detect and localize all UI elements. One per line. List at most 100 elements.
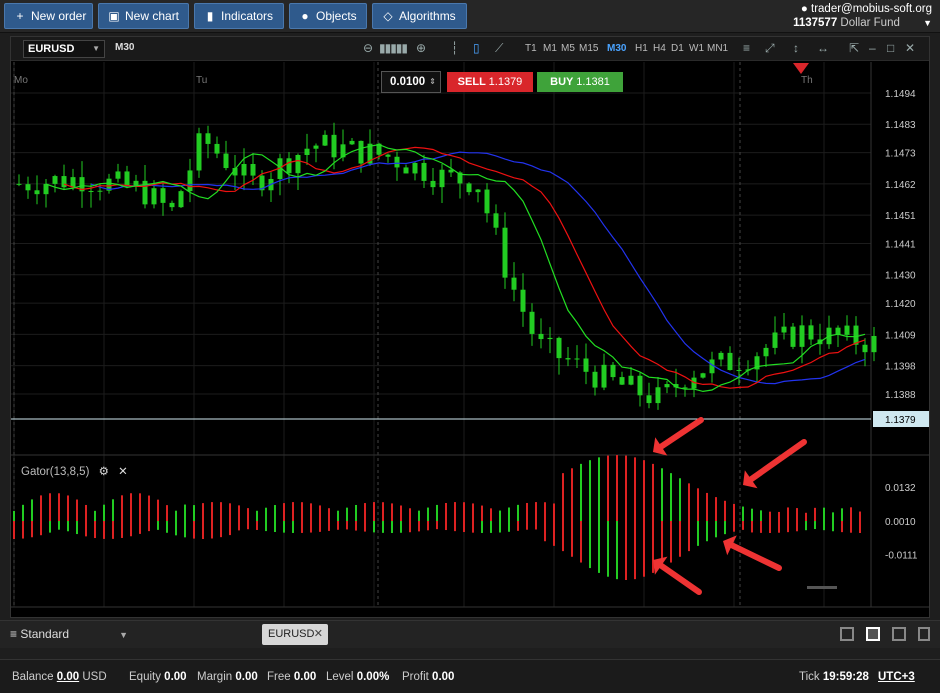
chart-canvas[interactable]: 1.1379 1.1494 1.1483 1.1473 1.1462 1.1451 1.14…: [11, 62, 929, 636]
timeframe-m15[interactable]: M15: [579, 43, 598, 54]
equity: Equity 0.00: [129, 671, 187, 683]
algorithms-button[interactable]: ◇ Algorithms: [372, 3, 467, 29]
account-info[interactable]: ● trader@mobius-soft.org 1137577 Dollar …: [793, 2, 932, 30]
annotation-arrow: [748, 439, 807, 483]
candle-body: [403, 167, 409, 174]
account-number: 1137577: [793, 17, 838, 29]
account-email: trader@mobius-soft.org: [811, 3, 932, 15]
new-chart-button[interactable]: ▣ New chart: [98, 3, 189, 29]
price-tick-label: 1.1409: [885, 330, 916, 341]
timeframe-mn1[interactable]: MN1: [707, 43, 728, 54]
candle-body: [322, 134, 328, 146]
objects-button[interactable]: ● Objects: [289, 3, 367, 29]
new-order-button[interactable]: + New order: [4, 3, 93, 29]
candle-body: [430, 180, 436, 188]
zoom-slider-icon[interactable]: ▮▮▮▮▮: [379, 41, 408, 55]
timeframe-m1[interactable]: M1: [543, 43, 557, 54]
gator-tick-label: 0.0132: [885, 483, 916, 494]
price-tick-label: 1.1473: [885, 149, 916, 160]
candle-body: [70, 177, 76, 188]
rows-layout-icon[interactable]: [918, 627, 930, 641]
candle-body: [601, 364, 607, 388]
annotation-arrow: [658, 562, 702, 595]
single-layout-icon[interactable]: [840, 627, 854, 641]
chevron-down-icon: ▼: [92, 44, 100, 53]
timezone[interactable]: UTC+3: [878, 660, 915, 693]
crosshair-arrows-icon[interactable]: ⤢: [765, 41, 775, 56]
grid-layout-icon[interactable]: [866, 627, 880, 641]
horizontal-scale-icon[interactable]: ↔: [817, 41, 829, 55]
layout-select[interactable]: ≡ Standard ▼: [10, 627, 128, 641]
candle-body: [556, 337, 562, 359]
candle-body: [655, 387, 661, 404]
lot-size-input[interactable]: 0.0100 ⇕: [381, 71, 441, 93]
candle-body: [736, 370, 742, 372]
price-tick-label: 1.1388: [885, 390, 916, 401]
candle-body: [52, 176, 58, 184]
candle-body: [358, 140, 364, 164]
candle-body: [178, 191, 184, 208]
indicator-label: Gator(13,8,5) ⚙ ✕: [21, 466, 128, 478]
candle-body: [628, 375, 634, 385]
candle-body: [772, 332, 778, 348]
price-tick-label: 1.1483: [885, 120, 916, 131]
candle-body: [529, 311, 535, 334]
workspace-tabbar: ≡ Standard ▼ EURUSD ✕: [0, 620, 940, 648]
maximize-icon[interactable]: □: [887, 41, 894, 55]
buy-button[interactable]: BUY 1.1381: [537, 72, 623, 92]
chevron-down-icon: ▼: [923, 18, 932, 28]
menu-icon: ≡: [10, 627, 18, 641]
candle-body: [781, 326, 787, 333]
align-icon[interactable]: ≡: [743, 41, 750, 55]
zoom-out-icon[interactable]: ⊖: [363, 41, 373, 55]
candle-body: [646, 395, 652, 404]
candle-body: [547, 337, 553, 340]
candle-body: [808, 325, 814, 340]
candle-body: [475, 189, 481, 193]
candle-body: [214, 143, 220, 154]
bar-type-icon[interactable]: ┆: [451, 41, 458, 55]
candle-body: [97, 190, 103, 192]
diamond-icon: ◇: [383, 9, 393, 23]
free-margin: Free 0.00: [267, 671, 317, 683]
line-type-icon[interactable]: ⟋: [495, 41, 503, 56]
candle-body: [466, 183, 472, 193]
plus-icon: +: [16, 9, 24, 23]
timeframe-h1[interactable]: H1: [635, 43, 648, 54]
timeframe-t1[interactable]: T1: [525, 43, 537, 54]
spinner-icon: ⇕: [429, 77, 436, 86]
timeframe-h4[interactable]: H4: [653, 43, 666, 54]
candle-body: [421, 162, 427, 181]
timeframe-d1[interactable]: D1: [671, 43, 684, 54]
sell-button[interactable]: SELL 1.1379: [447, 72, 533, 92]
chart-tab[interactable]: EURUSD ✕: [262, 624, 328, 645]
detach-icon[interactable]: ⇱: [849, 41, 859, 55]
timeframe-m30[interactable]: M30: [607, 43, 626, 54]
close-indicator-icon[interactable]: ✕: [118, 466, 128, 478]
candle-body: [250, 163, 256, 176]
candle-body: [565, 358, 571, 360]
candle-body: [727, 352, 733, 371]
vertical-scale-icon[interactable]: ↕: [793, 41, 799, 55]
account-fund: Dollar Fund: [840, 17, 900, 29]
top-toolbar: + New order ▣ New chart ▮ Indicators ● Objec…: [0, 0, 940, 33]
close-tab-icon[interactable]: ✕: [314, 624, 323, 645]
gear-icon[interactable]: ⚙: [99, 466, 109, 478]
candle-body: [160, 188, 166, 203]
indicators-button[interactable]: ▮ Indicators: [194, 3, 284, 29]
scroll-handle[interactable]: [807, 586, 837, 589]
tick-time: Tick 19:59:28: [799, 671, 869, 683]
candle-body: [331, 134, 337, 158]
zoom-in-icon[interactable]: ⊕: [416, 41, 426, 55]
columns-layout-icon[interactable]: [892, 627, 906, 641]
price-tick-label: 1.1441: [885, 240, 916, 251]
candle-body: [592, 371, 598, 388]
minimize-icon[interactable]: –: [869, 41, 876, 55]
balance: Balance 0.00 USD: [12, 671, 107, 683]
candle-type-icon[interactable]: ▯: [473, 41, 480, 55]
close-icon[interactable]: ✕: [905, 41, 915, 55]
symbol-select[interactable]: EURUSD ▼: [23, 40, 105, 58]
timeframe-w1[interactable]: W1: [689, 43, 704, 54]
timeframe-m5[interactable]: M5: [561, 43, 575, 54]
candle-body: [484, 189, 490, 214]
